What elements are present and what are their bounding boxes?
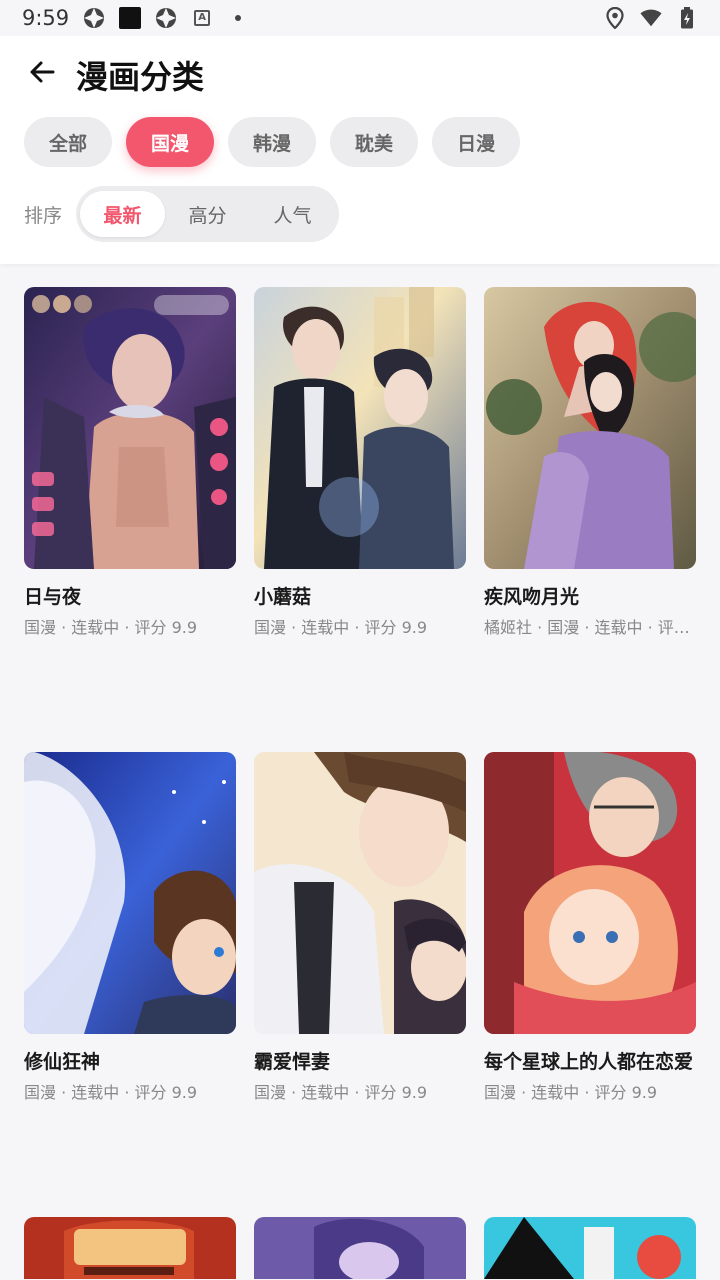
sort-option-newest[interactable]: 最新 [80,191,166,237]
sort-label: 排序 [24,204,63,227]
comic-meta: 国漫 · 连载中 · 评分 9.9 [254,1083,428,1102]
sort-option-popular[interactable]: 人气 [250,191,335,237]
arrow-left-icon [30,61,55,83]
comic-title: 日与夜 [24,586,82,608]
comic-card[interactable]: 每个星球上的人都在恋爱 国漫 · 连载中 · 评分 9.9 [484,752,696,1217]
comic-title: 霸爱悍妻 [254,1051,331,1073]
wifi-icon [640,7,662,29]
comic-card[interactable]: 霸爱悍妻 国漫 · 连载中 · 评分 9.9 [254,752,466,1217]
category-chip-all[interactable]: 全部 [24,117,113,167]
comic-meta: 橘姬社 · 国漫 · 连载中 · 评分 9.9 [484,618,696,637]
category-chip-riman[interactable]: 日漫 [432,117,521,167]
category-tabs: 全部 国漫 韩漫 耽美 日漫 [24,117,521,167]
comic-title: 疾风吻月光 [484,586,580,608]
sort-segmented-control: 最新 高分 人气 [76,186,340,242]
comic-card[interactable] [254,1217,466,1279]
comic-grid: 日与夜 国漫 · 连载中 · 评分 9.9 小蘑菇 国漫 · 连载中 · 评分 … [24,287,696,1279]
comic-title: 修仙狂神 [24,1051,101,1073]
comic-meta: 国漫 · 连载中 · 评分 9.9 [24,1083,198,1102]
comic-meta: 国漫 · 连载中 · 评分 9.9 [24,618,198,637]
comic-title: 小蘑菇 [254,586,312,608]
location-icon [604,7,626,29]
sync-icon [155,7,177,29]
back-button[interactable] [24,54,60,90]
status-bar: 9:59 A [0,0,720,36]
header: 漫画分类 全部 国漫 韩漫 耽美 日漫 排序 最新 高分 人气 [0,36,720,264]
square-icon [119,7,142,29]
comic-cover [484,287,696,569]
comic-cover [254,287,466,569]
comic-cover [254,1217,466,1279]
comic-cover [24,1217,236,1279]
category-chip-danmei[interactable]: 耽美 [330,117,419,167]
comic-cover [24,287,236,569]
dot-icon [227,7,249,29]
comic-meta: 国漫 · 连载中 · 评分 9.9 [254,618,428,637]
font-icon: A [191,7,213,29]
comic-meta: 国漫 · 连载中 · 评分 9.9 [484,1083,658,1102]
sort-row: 排序 最新 高分 人气 [24,186,340,242]
comic-card[interactable] [24,1217,236,1279]
comic-card[interactable]: 修仙狂神 国漫 · 连载中 · 评分 9.9 [24,752,236,1217]
page-title: 漫画分类 [76,58,205,96]
comic-card[interactable]: 疾风吻月光 橘姬社 · 国漫 · 连载中 · 评分 9.9 [484,287,696,752]
category-chip-hanman[interactable]: 韩漫 [228,117,317,167]
comic-card[interactable]: 日与夜 国漫 · 连载中 · 评分 9.9 [24,287,236,752]
comic-cover [254,752,466,1034]
comic-cover [484,752,696,1034]
comic-cover [484,1217,696,1279]
sort-option-top-rated[interactable]: 高分 [165,191,250,237]
comic-cover [24,752,236,1034]
sync-icon [83,7,105,29]
category-chip-guoman[interactable]: 国漫 [126,117,215,167]
comic-title: 每个星球上的人都在恋爱 [484,1051,694,1073]
comic-card[interactable]: 小蘑菇 国漫 · 连载中 · 评分 9.9 [254,287,466,752]
status-time: 9:59 [22,6,70,30]
battery-icon [676,7,698,29]
comic-card[interactable] [484,1217,696,1279]
